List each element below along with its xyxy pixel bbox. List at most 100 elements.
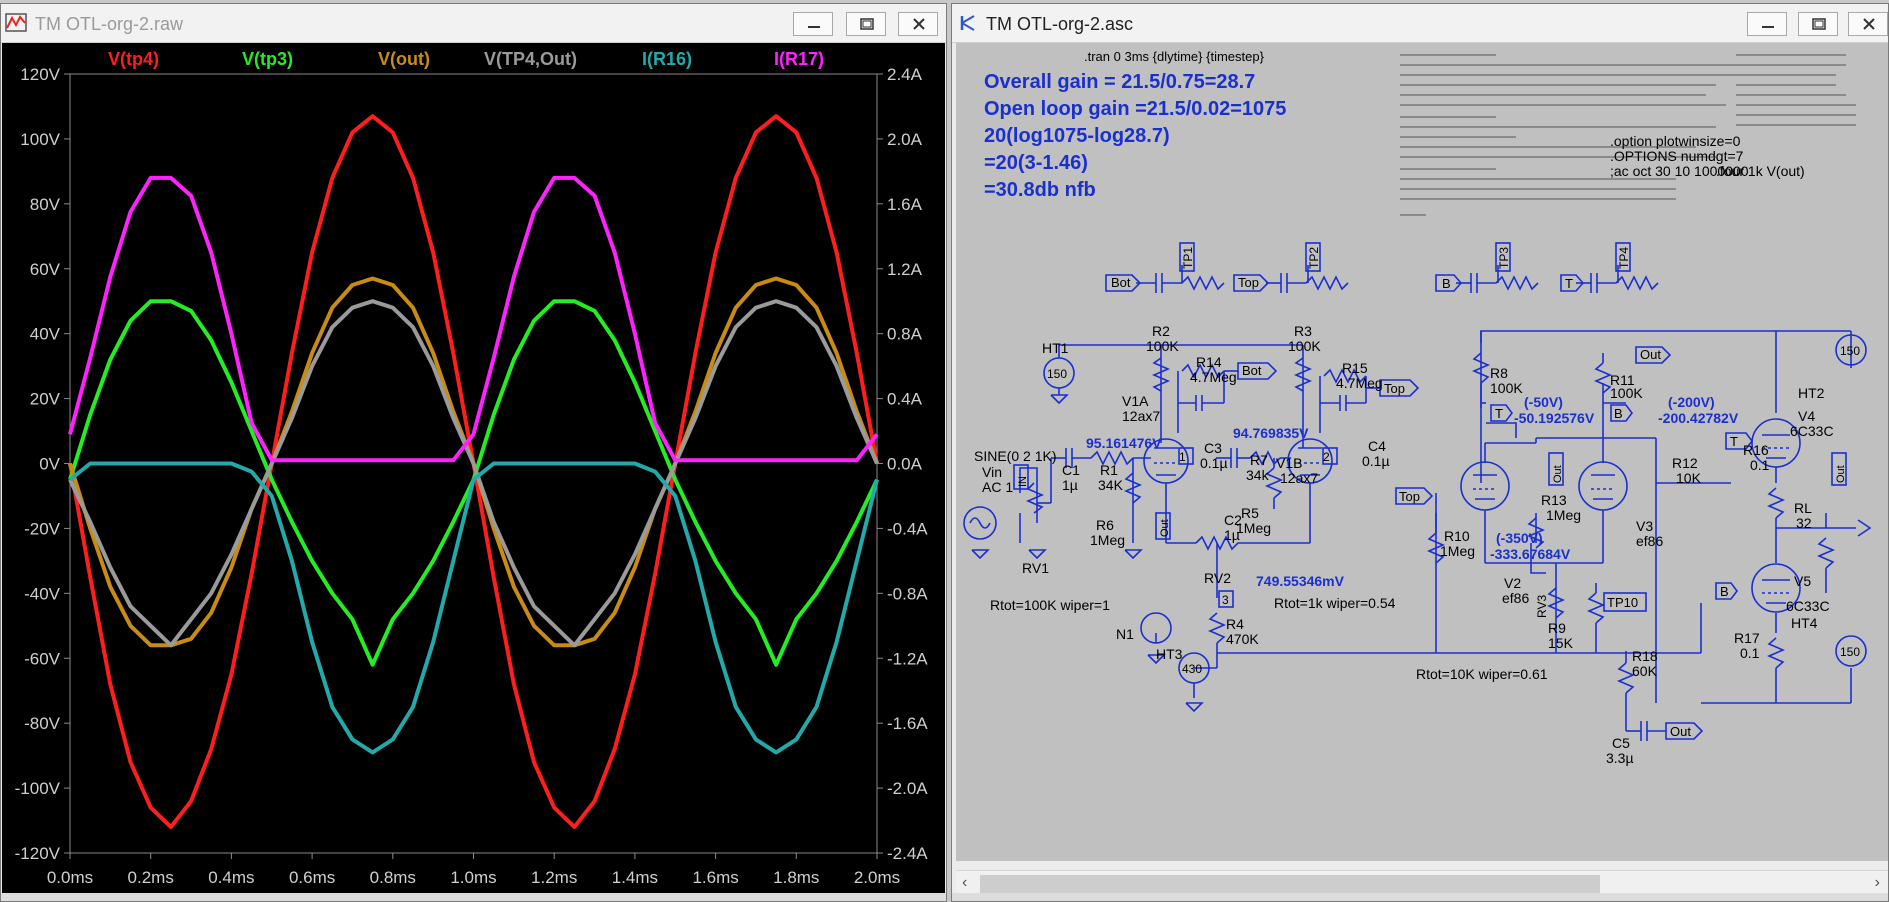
net-label-t[interactable]: T (1565, 276, 1573, 291)
label-r1[interactable]: R1 (1100, 462, 1118, 478)
net-label-out[interactable]: Out (1552, 465, 1564, 483)
label-v3[interactable]: V3 (1636, 518, 1653, 534)
label-v5[interactable]: V5 (1794, 573, 1811, 589)
legend-item[interactable]: V(out) (378, 49, 430, 70)
net-label-out[interactable]: Out (1159, 519, 1171, 537)
waveform-plot-area[interactable]: 120V 100V 80V 60V 40V 20V 0V -20V -40V -60V -80V -1… (2, 43, 945, 893)
label-c5[interactable]: C5 (1612, 735, 1630, 751)
label-r14[interactable]: R14 (1196, 354, 1222, 370)
label-c1[interactable]: C1 (1062, 462, 1080, 478)
testpoint-tp3[interactable]: TP3 (1497, 247, 1511, 269)
legend-item[interactable]: I(R17) (774, 49, 824, 70)
schematic-window[interactable]: TM OTL-org-2.asc .tran 0 3ms {dlytime} {… (951, 3, 1889, 902)
supply-ht2: HT2 (1798, 385, 1825, 401)
label-r6[interactable]: R6 (1096, 517, 1114, 533)
net-label-b[interactable]: B (1720, 584, 1729, 599)
value-r17: 0.1 (1740, 645, 1760, 661)
label-rv3[interactable]: RV3 (1535, 595, 1549, 618)
y2-tick-label: 2.4A (887, 65, 923, 84)
x-tick-label: 1.6ms (692, 868, 738, 887)
waveform-window[interactable]: TM OTL-org-2.raw 120V 100V 80V 60V 40V 20V 0V -… (0, 3, 947, 902)
legend-item[interactable]: I(R16) (642, 49, 692, 70)
net-label-t[interactable]: T (1730, 434, 1738, 449)
net-label-b[interactable]: B (1614, 406, 1623, 421)
y2-tick-label: 1.2A (887, 260, 923, 279)
y-tick-label: 100V (20, 130, 60, 149)
testpoint-tp1[interactable]: TP1 (1181, 247, 1195, 269)
label-r2[interactable]: R2 (1152, 323, 1170, 339)
legend-item[interactable]: V(tp3) (242, 49, 293, 70)
net-label-top[interactable]: Top (1238, 275, 1259, 290)
behavioral-source-block: .option plotwinsize=0 .OPTIONS numdgt=7 … (1400, 54, 1856, 216)
restore-button[interactable] (1798, 12, 1838, 36)
label-r18[interactable]: R18 (1632, 648, 1658, 664)
label-r7[interactable]: R7 (1250, 452, 1268, 468)
label-r4[interactable]: R4 (1226, 616, 1244, 632)
label-rl[interactable]: RL (1794, 500, 1812, 516)
note-line: =30.8db nfb (984, 179, 1096, 201)
node-voltage: (-200V) (1668, 394, 1715, 410)
label-v2[interactable]: V2 (1504, 575, 1521, 591)
net-label-b[interactable]: B (1442, 276, 1451, 291)
label-r16[interactable]: R16 (1743, 442, 1769, 458)
label-r13[interactable]: R13 (1541, 492, 1567, 508)
y2-tick-label: -2.4A (887, 844, 928, 863)
minimize-icon (1762, 26, 1774, 28)
legend-item[interactable]: V(TP4,Out) (484, 49, 577, 70)
waveform-titlebar[interactable]: TM OTL-org-2.raw (1, 4, 946, 43)
scroll-left-icon[interactable]: ‹ (962, 874, 967, 892)
value-r4: 470K (1226, 631, 1259, 647)
testpoint-tp2[interactable]: TP2 (1307, 247, 1321, 269)
minimize-button[interactable] (793, 12, 833, 36)
restore-button[interactable] (846, 12, 886, 36)
label-r9[interactable]: R9 (1548, 620, 1566, 636)
minimize-button[interactable] (1747, 12, 1787, 36)
label-rv2[interactable]: RV2 (1204, 570, 1231, 586)
label-v4[interactable]: V4 (1798, 408, 1815, 424)
label-vin[interactable]: Vin (982, 464, 1002, 480)
node-1: 1 (1179, 450, 1186, 464)
schematic-canvas[interactable]: .tran 0 3ms {dlytime} {timestep} Overall… (956, 43, 1888, 861)
label-r10[interactable]: R10 (1444, 528, 1470, 544)
scroll-right-icon[interactable]: › (1875, 874, 1880, 892)
y-tick-label: -120V (15, 844, 61, 863)
label-r3[interactable]: R3 (1294, 323, 1312, 339)
x-tick-label: 1.0ms (450, 868, 496, 887)
net-label-bot[interactable]: Bot (1111, 275, 1131, 290)
label-c3[interactable]: C3 (1204, 440, 1222, 456)
close-button[interactable] (898, 12, 938, 36)
tran-directive[interactable]: .tran 0 3ms {dlytime} {timestep} (1084, 49, 1265, 64)
net-label-top[interactable]: Top (1399, 489, 1420, 504)
value-v4: 6C33C (1790, 423, 1834, 439)
legend-item[interactable]: V(tp4) (108, 49, 159, 70)
net-label-t[interactable]: T (1495, 406, 1503, 421)
value-c4: 0.1µ (1362, 453, 1390, 469)
net-label-tp10[interactable]: TP10 (1607, 595, 1638, 610)
label-r15[interactable]: R15 (1342, 360, 1368, 376)
y-tick-label: -60V (24, 649, 61, 668)
label-rv1[interactable]: RV1 (1022, 560, 1049, 576)
label-v1b[interactable]: V1B (1276, 455, 1302, 471)
label-c2[interactable]: C2 (1224, 512, 1242, 528)
source-sine[interactable]: SINE(0 2 1K) (974, 448, 1056, 464)
label-v1a[interactable]: V1A (1122, 393, 1149, 409)
label-r8[interactable]: R8 (1490, 365, 1508, 381)
label-c4[interactable]: C4 (1368, 438, 1386, 454)
close-button[interactable] (1848, 12, 1888, 36)
net-label-out[interactable]: Out (1670, 724, 1691, 739)
net-label-top[interactable]: Top (1384, 381, 1405, 396)
net-label-out[interactable]: Out (1835, 465, 1847, 483)
label-n1[interactable]: N1 (1116, 626, 1134, 642)
testpoint-tp4[interactable]: TP4 (1617, 247, 1631, 269)
source-ac: AC 1 (982, 479, 1013, 495)
label-r17[interactable]: R17 (1734, 630, 1760, 646)
label-r12[interactable]: R12 (1672, 455, 1698, 471)
net-label-out[interactable]: Out (1640, 347, 1661, 362)
value-r1: 34K (1098, 477, 1124, 493)
net-label-in[interactable]: IN (1017, 476, 1029, 487)
y-tick-label: -20V (24, 519, 61, 538)
scroll-thumb[interactable] (980, 875, 1600, 894)
schematic-titlebar[interactable]: TM OTL-org-2.asc (952, 4, 1888, 43)
label-r5[interactable]: R5 (1241, 505, 1259, 521)
net-label-bot[interactable]: Bot (1242, 363, 1262, 378)
